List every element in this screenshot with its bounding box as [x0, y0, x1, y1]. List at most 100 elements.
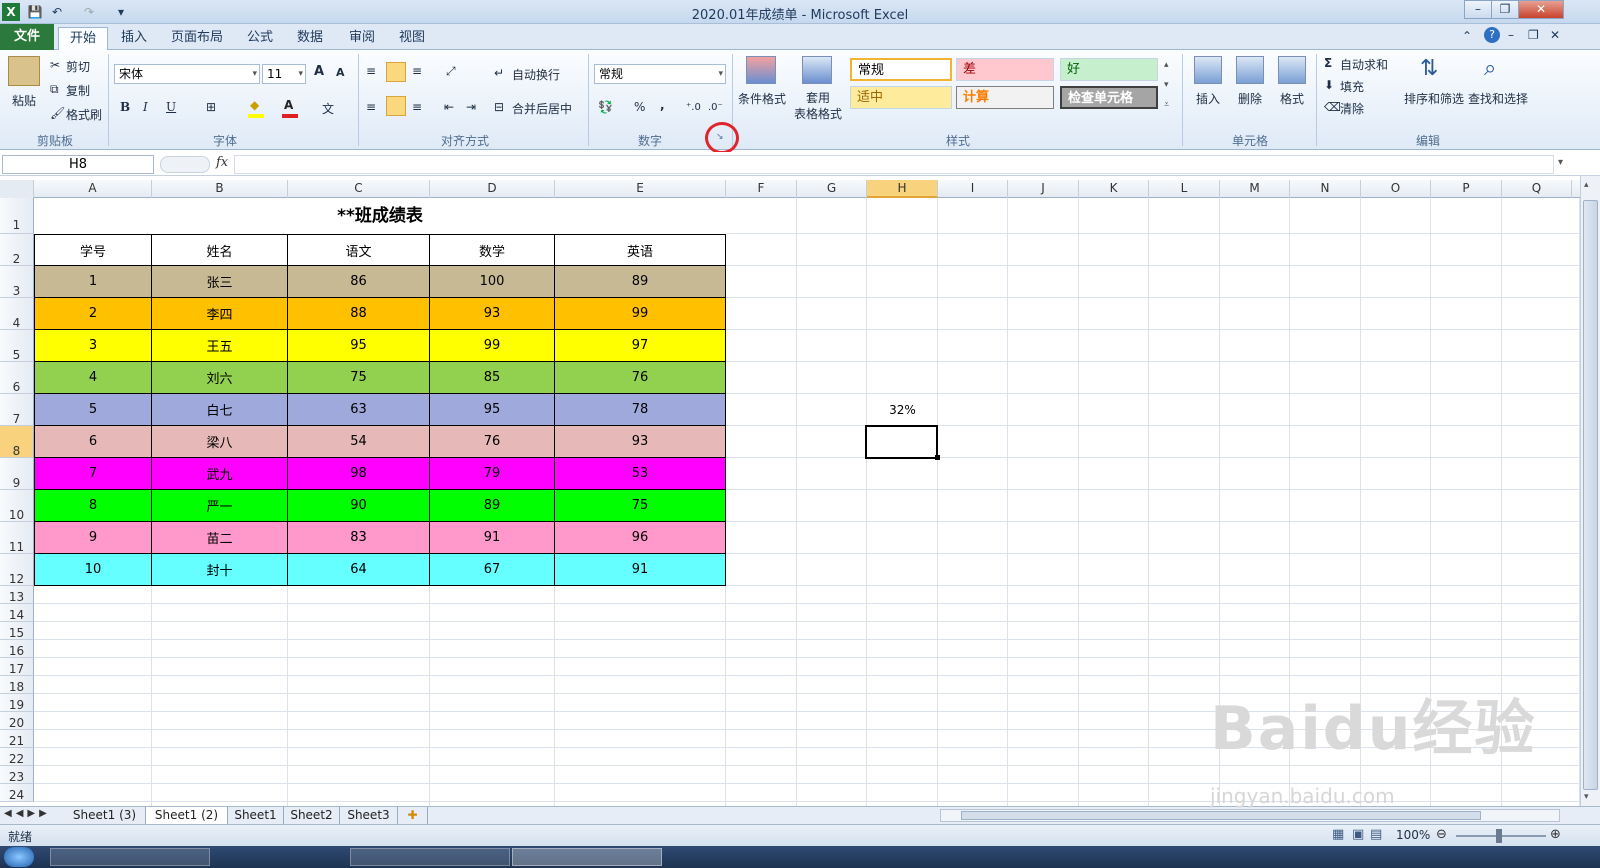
table-cell[interactable]: 96 [555, 522, 726, 554]
font-size-combo[interactable]: 11 ▾ [262, 64, 306, 84]
formula-bar-expand-icon[interactable]: ▾ [1558, 157, 1563, 168]
row-header[interactable]: 22 [0, 748, 34, 766]
table-cell[interactable]: 刘六 [152, 362, 288, 394]
align-right-icon[interactable]: ≡ [412, 100, 422, 114]
column-header[interactable]: D [430, 180, 555, 198]
restore-button[interactable]: ❐ [1491, 0, 1519, 19]
sheet-tab[interactable]: Sheet1 [228, 807, 284, 824]
column-header[interactable]: F [726, 180, 797, 198]
normal-view-icon[interactable]: ▦ [1332, 827, 1344, 842]
table-cell[interactable]: 梁八 [152, 426, 288, 458]
header-cell[interactable]: 语文 [288, 234, 430, 266]
align-left-icon[interactable]: ≡ [366, 100, 376, 114]
table-cell[interactable]: 白七 [152, 394, 288, 426]
row-header[interactable]: 10 [0, 490, 34, 522]
font-color-icon[interactable]: A [284, 98, 293, 112]
header-cell[interactable]: 数学 [430, 234, 555, 266]
copy-button[interactable]: 复制 [66, 82, 90, 99]
style-bad[interactable]: 差 [956, 58, 1054, 81]
tab-home[interactable]: 开始 [58, 27, 108, 51]
help-icon[interactable]: ? [1484, 27, 1500, 43]
table-cell[interactable]: 2 [34, 298, 152, 330]
row-header[interactable]: 12 [0, 554, 34, 586]
row-header[interactable]: 9 [0, 458, 34, 490]
table-cell[interactable]: 8 [34, 490, 152, 522]
decrease-decimal-icon[interactable]: .0⁻ [708, 102, 723, 113]
insert-sheet-icon[interactable]: ✚ [398, 807, 428, 824]
column-header[interactable]: N [1290, 180, 1361, 198]
table-cell[interactable]: 93 [555, 426, 726, 458]
row-header[interactable]: 6 [0, 362, 34, 394]
table-cell[interactable]: 89 [555, 266, 726, 298]
style-normal[interactable]: 常规 [850, 58, 952, 81]
find-select-icon[interactable]: ⌕ [1484, 56, 1496, 81]
table-cell[interactable]: 76 [555, 362, 726, 394]
table-cell[interactable]: 91 [555, 554, 726, 586]
name-box[interactable]: H8 [2, 155, 154, 174]
table-cell[interactable]: 98 [288, 458, 430, 490]
border-icon[interactable]: ⊞ [206, 100, 216, 114]
fill-handle[interactable] [935, 455, 940, 460]
page-break-view-icon[interactable]: ▤ [1370, 827, 1382, 842]
collapse-ribbon-icon[interactable]: ⌃ [1462, 29, 1472, 43]
grow-font-icon[interactable]: A [314, 64, 324, 79]
currency-icon[interactable]: 💱 [598, 100, 613, 114]
table-cell[interactable]: 5 [34, 394, 152, 426]
scroll-down-icon[interactable]: ▾ [1584, 792, 1589, 802]
table-cell[interactable]: 95 [288, 330, 430, 362]
table-cell[interactable]: 79 [430, 458, 555, 490]
sheet-tab[interactable]: Sheet1 (3) [64, 807, 146, 824]
format-painter-button[interactable]: 格式刷 [66, 106, 102, 123]
increase-indent-icon[interactable]: ⇥ [466, 100, 476, 114]
cut-icon[interactable]: ✂ [50, 58, 60, 72]
merge-center-button[interactable]: 合并后居中 [512, 100, 572, 117]
minimize-button[interactable]: – [1464, 0, 1492, 19]
row-header[interactable]: 1 [0, 198, 34, 234]
table-cell[interactable]: 1 [34, 266, 152, 298]
paste-icon[interactable] [8, 56, 40, 86]
cut-button[interactable]: 剪切 [66, 58, 90, 75]
style-good[interactable]: 好 [1060, 58, 1158, 81]
table-cell[interactable]: 78 [555, 394, 726, 426]
tab-insert[interactable]: 插入 [112, 27, 156, 50]
vertical-scrollbar[interactable]: ▴ ▾ [1580, 176, 1600, 806]
row-header[interactable]: 15 [0, 622, 34, 640]
table-cell[interactable]: 10 [34, 554, 152, 586]
sheet-tab[interactable]: Sheet3 [340, 807, 398, 824]
column-header[interactable]: G [797, 180, 867, 198]
column-header[interactable]: O [1361, 180, 1431, 198]
table-cell[interactable]: 64 [288, 554, 430, 586]
table-cell[interactable]: 75 [288, 362, 430, 394]
close-button[interactable]: ✕ [1518, 0, 1564, 19]
row-header[interactable]: 23 [0, 766, 34, 784]
table-cell[interactable]: 63 [288, 394, 430, 426]
formula-expand-handle[interactable] [160, 156, 210, 173]
column-header[interactable]: J [1008, 180, 1079, 198]
row-header[interactable]: 20 [0, 712, 34, 730]
table-cell[interactable]: 90 [288, 490, 430, 522]
table-cell[interactable]: 97 [555, 330, 726, 362]
sort-filter-button[interactable]: 排序和筛选 [1402, 90, 1466, 107]
taskbar-item[interactable] [50, 848, 210, 866]
table-cell[interactable]: 88 [288, 298, 430, 330]
table-cell[interactable]: 54 [288, 426, 430, 458]
column-header-selected[interactable]: H [867, 180, 938, 198]
decrease-indent-icon[interactable]: ⇤ [444, 100, 454, 114]
column-header[interactable]: K [1079, 180, 1149, 198]
fill-color-icon[interactable]: ◆ [250, 98, 259, 112]
horizontal-scrollbar[interactable] [940, 809, 1560, 822]
table-cell[interactable]: 53 [555, 458, 726, 490]
tab-data[interactable]: 数据 [288, 27, 332, 50]
formula-input[interactable] [234, 155, 1554, 174]
merge-icon[interactable]: ⊟ [494, 100, 504, 114]
page-layout-view-icon[interactable]: ▣ [1352, 827, 1364, 842]
table-cell[interactable]: 100 [430, 266, 555, 298]
conditional-format-icon[interactable] [746, 56, 776, 84]
style-check-cell[interactable]: 检查单元格 [1060, 86, 1158, 109]
shrink-font-icon[interactable]: A [336, 66, 345, 79]
table-cell[interactable]: 张三 [152, 266, 288, 298]
style-neutral[interactable]: 适中 [850, 86, 952, 109]
table-cell[interactable]: 严一 [152, 490, 288, 522]
table-cell[interactable]: 7 [34, 458, 152, 490]
row-header-selected[interactable]: 8 [0, 426, 34, 458]
